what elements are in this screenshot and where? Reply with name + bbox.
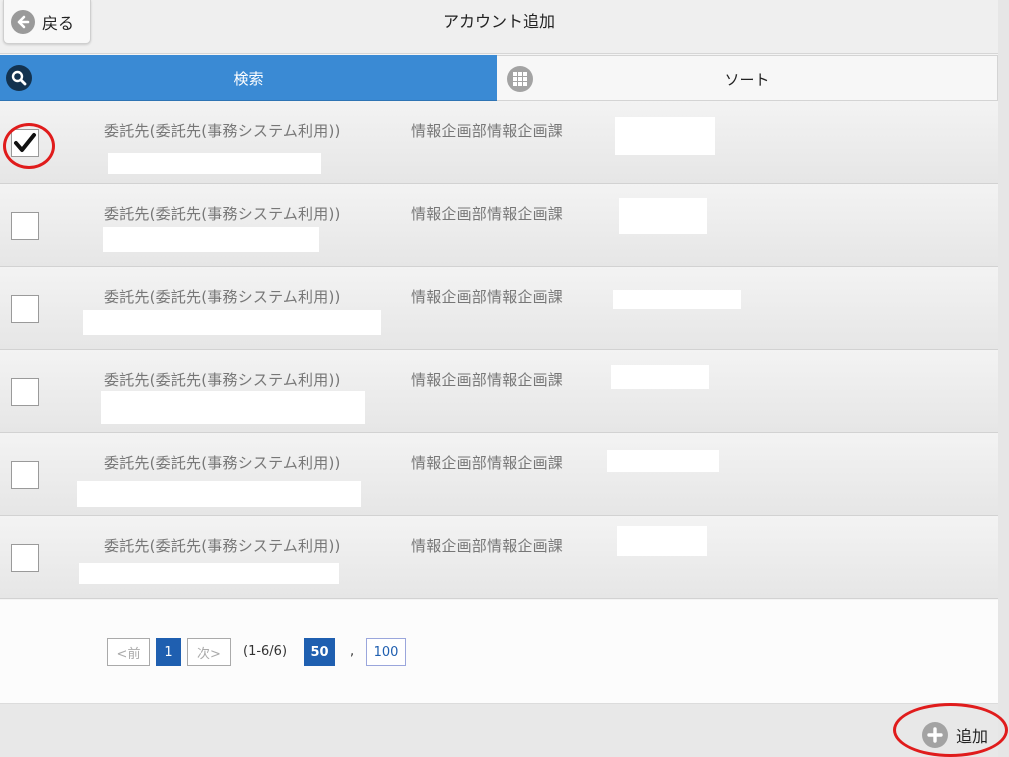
redacted-name: [79, 563, 339, 584]
redacted-name: [83, 310, 381, 335]
row-department: 情報企画部情報企画課: [411, 288, 564, 306]
tab-search-label: 検索: [233, 70, 264, 88]
row-checkbox-checked[interactable]: [11, 129, 39, 157]
row-organization: 委託先(委託先(事務システム利用)): [104, 122, 341, 140]
header-bar: 戻る アカウント追加: [0, 0, 998, 54]
tab-bar: 検索 ソート: [0, 55, 998, 101]
redacted-field: [615, 117, 715, 155]
redacted-field: [619, 198, 707, 234]
pagination: <前 1 次> (1-6/6) 50 , 100: [0, 600, 998, 704]
redacted-field: [617, 526, 707, 556]
add-button[interactable]: 追加: [922, 719, 988, 751]
result-range: (1-6/6): [243, 644, 288, 659]
row-department: 情報企画部情報企画課: [411, 371, 564, 389]
account-list: 委託先(委託先(事務システム利用)) 情報企画部情報企画課 委託先(委託先(事務…: [0, 101, 998, 599]
add-button-label: 追加: [956, 727, 989, 746]
next-page-button[interactable]: 次>: [187, 638, 231, 666]
row-checkbox[interactable]: [11, 295, 39, 323]
row-department: 情報企画部情報企画課: [411, 537, 564, 555]
redacted-name: [77, 481, 361, 507]
redacted-field: [611, 365, 709, 389]
row-checkbox[interactable]: [11, 378, 39, 406]
row-organization: 委託先(委託先(事務システム利用)): [104, 454, 341, 472]
per-page-50-button[interactable]: 50: [304, 638, 335, 666]
row-organization: 委託先(委託先(事務システム利用)): [104, 537, 341, 555]
footer-bar: [0, 704, 998, 757]
page-1-button[interactable]: 1: [156, 638, 181, 666]
redacted-name: [108, 153, 321, 174]
tab-search[interactable]: 検索: [0, 55, 497, 101]
redacted-field: [607, 450, 719, 472]
row-checkbox[interactable]: [11, 461, 39, 489]
prev-page-button[interactable]: <前: [107, 638, 150, 666]
tab-sort-label: ソート: [724, 71, 770, 89]
row-department: 情報企画部情報企画課: [411, 454, 564, 472]
list-item[interactable]: 委託先(委託先(事務システム利用)) 情報企画部情報企画課: [0, 267, 998, 350]
row-department: 情報企画部情報企画課: [411, 205, 564, 223]
page-title: アカウント追加: [442, 12, 555, 31]
redacted-name: [103, 227, 319, 252]
scrollbar-track[interactable]: [998, 0, 1009, 757]
per-page-100-button[interactable]: 100: [366, 638, 406, 666]
row-checkbox[interactable]: [11, 212, 39, 240]
list-item[interactable]: 委託先(委託先(事務システム利用)) 情報企画部情報企画課: [0, 184, 998, 267]
row-organization: 委託先(委託先(事務システム利用)): [104, 205, 341, 223]
list-item[interactable]: 委託先(委託先(事務システム利用)) 情報企画部情報企画課: [0, 516, 998, 599]
list-item[interactable]: 委託先(委託先(事務システム利用)) 情報企画部情報企画課: [0, 101, 998, 184]
redacted-field: [613, 290, 741, 309]
per-page-separator: ,: [350, 644, 355, 659]
tab-sort[interactable]: ソート: [497, 55, 998, 101]
row-department: 情報企画部情報企画課: [411, 122, 564, 140]
row-organization: 委託先(委託先(事務システム利用)): [104, 371, 341, 389]
redacted-name: [101, 391, 365, 424]
row-organization: 委託先(委託先(事務システム利用)): [104, 288, 341, 306]
list-item[interactable]: 委託先(委託先(事務システム利用)) 情報企画部情報企画課: [0, 350, 998, 433]
plus-icon: [922, 722, 948, 748]
row-checkbox[interactable]: [11, 544, 39, 572]
checkmark-icon: [14, 133, 36, 152]
list-item[interactable]: 委託先(委託先(事務システム利用)) 情報企画部情報企画課: [0, 433, 998, 516]
